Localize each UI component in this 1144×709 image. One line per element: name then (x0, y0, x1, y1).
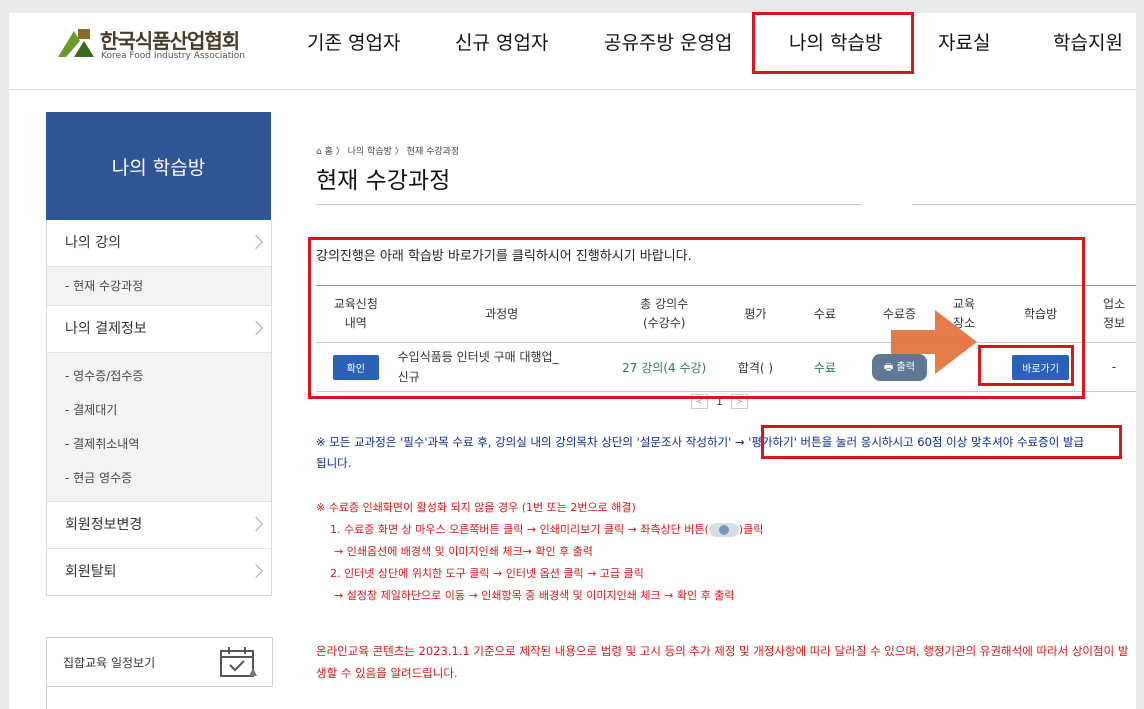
chevron-right-icon (248, 320, 264, 336)
col-header-shop: 업소 정보 (1092, 285, 1136, 343)
page-number[interactable]: 1 (716, 395, 723, 408)
sidebar-item-label: 회원탈퇴 (65, 564, 117, 580)
sidebar-sub-receipt[interactable]: - 영수증/접수증 (47, 359, 271, 393)
sidebar-submenu: - 현재 수강과정 (47, 266, 271, 305)
sidebar-item-label: 회원정보변경 (65, 517, 143, 533)
nav-resources[interactable]: 자료실 (938, 31, 990, 55)
breadcrumb-separator: 〉 (394, 147, 404, 157)
content-disclaimer: 온라인교육 콘텐츠는 2023.1.1 기준으로 제작된 내용으로 법령 및 고… (316, 644, 1129, 680)
sidebar-sub-current-course[interactable]: - 현재 수강과정 (47, 267, 271, 305)
course-table: 교육신청 내역 과정명 총 강의수 (수강수) 평가 수료 수료증 교육 장소 … (316, 285, 1136, 392)
intro-text: 강의진행은 아래 학습방 바로가기를 클릭하시어 진행하시기 바랍니다. (316, 249, 692, 264)
col-header-evaluation: 평가 (720, 285, 791, 343)
notice-text: 됩니다. (316, 456, 352, 470)
title-divider (912, 204, 1136, 205)
schedule-label: 집합교육 일정보기 (63, 656, 156, 670)
notice-line: 2. 인터넷 상단에 위치한 도구 클릭 → 인터넷 옵션 클릭 → 고급 클릭 (330, 567, 644, 580)
title-divider (316, 204, 862, 205)
arrow-right-icon (891, 310, 977, 374)
nav-existing-business[interactable]: 기존 영업자 (307, 31, 400, 55)
home-icon[interactable]: ⌂ (316, 147, 322, 157)
sidebar-submenu: - 영수증/접수증 - 결제대기 - 결제취소내역 - 현금 영수증 (47, 352, 271, 501)
table-row: 확인 수입식품등 인터넷 구매 대행업_ 신규 27 강의(4 수강) 합격( … (316, 342, 1136, 392)
sidebar-menu: 나의 강의 - 현재 수강과정 나의 결제정보 - 영수증/접수증 - 결제대기… (46, 220, 272, 596)
sidebar-item-my-lectures[interactable]: 나의 강의 (47, 220, 271, 266)
sidebar-title: 나의 학습방 (46, 112, 271, 220)
notice-line-text: )클릭 (738, 523, 764, 536)
breadcrumb-current: 현재 수강과정 (406, 147, 460, 157)
notice-line-text: 1. 수료증 화면 상 마우스 오른쪽버튼 클릭 → 인쇄미리보기 클릭 → 좌… (330, 523, 709, 536)
notice-text: ※ 모든 교과정은 '필수'과목 수료 후, 강의실 내의 강의목차 상단의 '… (316, 435, 749, 449)
sidebar-sub-payment-pending[interactable]: - 결제대기 (47, 393, 271, 427)
cell-shop: - (1092, 342, 1136, 392)
sidebar-sub-payment-cancelled[interactable]: - 결제취소내역 (47, 427, 271, 461)
cell-completion: 수료 (790, 342, 860, 392)
chevron-right-icon (248, 563, 264, 579)
nav-learning-support[interactable]: 학습지원 (1053, 31, 1123, 55)
evaluation-notice: ※ 모든 교과정은 '필수'과목 수료 후, 강의실 내의 강의목차 상단의 '… (316, 432, 1131, 474)
breadcrumb-separator: 〉 (335, 147, 345, 157)
notice-line: ※ 수료증 인쇄화면이 활성화 되지 않을 경우 (1번 또는 2번으로 해결) (316, 501, 636, 514)
cell-application: 확인 (316, 342, 396, 392)
confirm-button[interactable]: 확인 (332, 354, 379, 380)
nav-shared-kitchen[interactable]: 공유주방 운영업 (604, 31, 732, 55)
breadcrumb: ⌂ 홈 〉 나의 학습방 〉 현재 수강과정 (316, 144, 459, 157)
sidebar-item-edit-profile[interactable]: 회원정보변경 (47, 501, 271, 548)
col-header-course: 과정명 (395, 285, 608, 343)
sidebar-item-withdraw[interactable]: 회원탈퇴 (47, 548, 271, 595)
next-page-button[interactable]: > (731, 394, 748, 409)
main-nav: 기존 영업자 신규 영업자 공유주방 운영업 나의 학습방 자료실 학습지원 (289, 13, 1136, 89)
go-to-study-room-button[interactable]: 바로가기 (1012, 354, 1069, 380)
col-header-lectures: 총 강의수 (수강수) (607, 285, 721, 343)
col-header-completion: 수료 (790, 285, 860, 343)
notice-line: 1. 수료증 화면 상 마우스 오른쪽버튼 클릭 → 인쇄미리보기 클릭 → 좌… (316, 519, 763, 541)
table-header-row: 교육신청 내역 과정명 총 강의수 (수강수) 평가 수료 수료증 교육 장소 … (316, 285, 1136, 343)
gear-icon (708, 523, 739, 537)
chevron-right-icon (248, 516, 264, 532)
sidebar-bottom-border (46, 685, 272, 709)
logo-mark-icon (58, 29, 94, 57)
pagination: <1 > (691, 394, 748, 409)
cell-study-room: 바로가기 (988, 342, 1093, 392)
page-title: 현재 수강과정 (316, 168, 451, 194)
schedule-link[interactable]: 집합교육 일정보기 (46, 637, 273, 687)
cell-lectures: 27 강의(4 수강) (607, 342, 721, 392)
site-header: 한국식품산업협회 Korea Food Industry Association… (9, 13, 1136, 90)
print-troubleshoot-notice: ※ 수료증 인쇄화면이 활성화 되지 않을 경우 (1번 또는 2번으로 해결)… (316, 497, 763, 607)
notice-line: → 설정창 제일하단으로 이동 → 인쇄항목 중 배경색 및 이미지인쇄 체크 … (334, 589, 735, 602)
breadcrumb-home[interactable]: 홈 (325, 147, 333, 157)
notice-line: → 인쇄옵션에 배경색 및 이미지인쇄 체크→ 확인 후 출력 (334, 545, 593, 558)
col-header-application: 교육신청 내역 (316, 285, 396, 343)
nav-new-business[interactable]: 신규 영업자 (455, 31, 548, 55)
cell-course-name: 수입식품등 인터넷 구매 대행업_ 신규 (395, 342, 608, 392)
sidebar-sub-cash-receipt[interactable]: - 현금 영수증 (47, 461, 271, 495)
calendar-check-icon (220, 647, 257, 677)
prev-page-button[interactable]: < (691, 394, 708, 409)
logo-korean: 한국식품산업협회 (100, 29, 240, 53)
cell-evaluation: 합격( ) (720, 342, 791, 392)
chevron-right-icon (248, 234, 264, 250)
nav-my-study-room[interactable]: 나의 학습방 (789, 31, 882, 55)
col-header-study-room: 학습방 (988, 285, 1093, 343)
notice-text-highlight: '평가하기' 버튼을 눌러 응시하시고 60점 이상 맞추셔야 수료증이 발급 (748, 435, 1085, 449)
sidebar-item-payment[interactable]: 나의 결제정보 (47, 305, 271, 352)
sidebar-item-label: 나의 결제정보 (65, 321, 147, 337)
logo-english: Korea Food Industry Association (101, 51, 245, 61)
breadcrumb-my-study-room[interactable]: 나의 학습방 (348, 147, 392, 157)
sidebar-item-label: 나의 강의 (65, 235, 121, 251)
site-logo[interactable]: 한국식품산업협회 Korea Food Industry Association (56, 25, 276, 65)
